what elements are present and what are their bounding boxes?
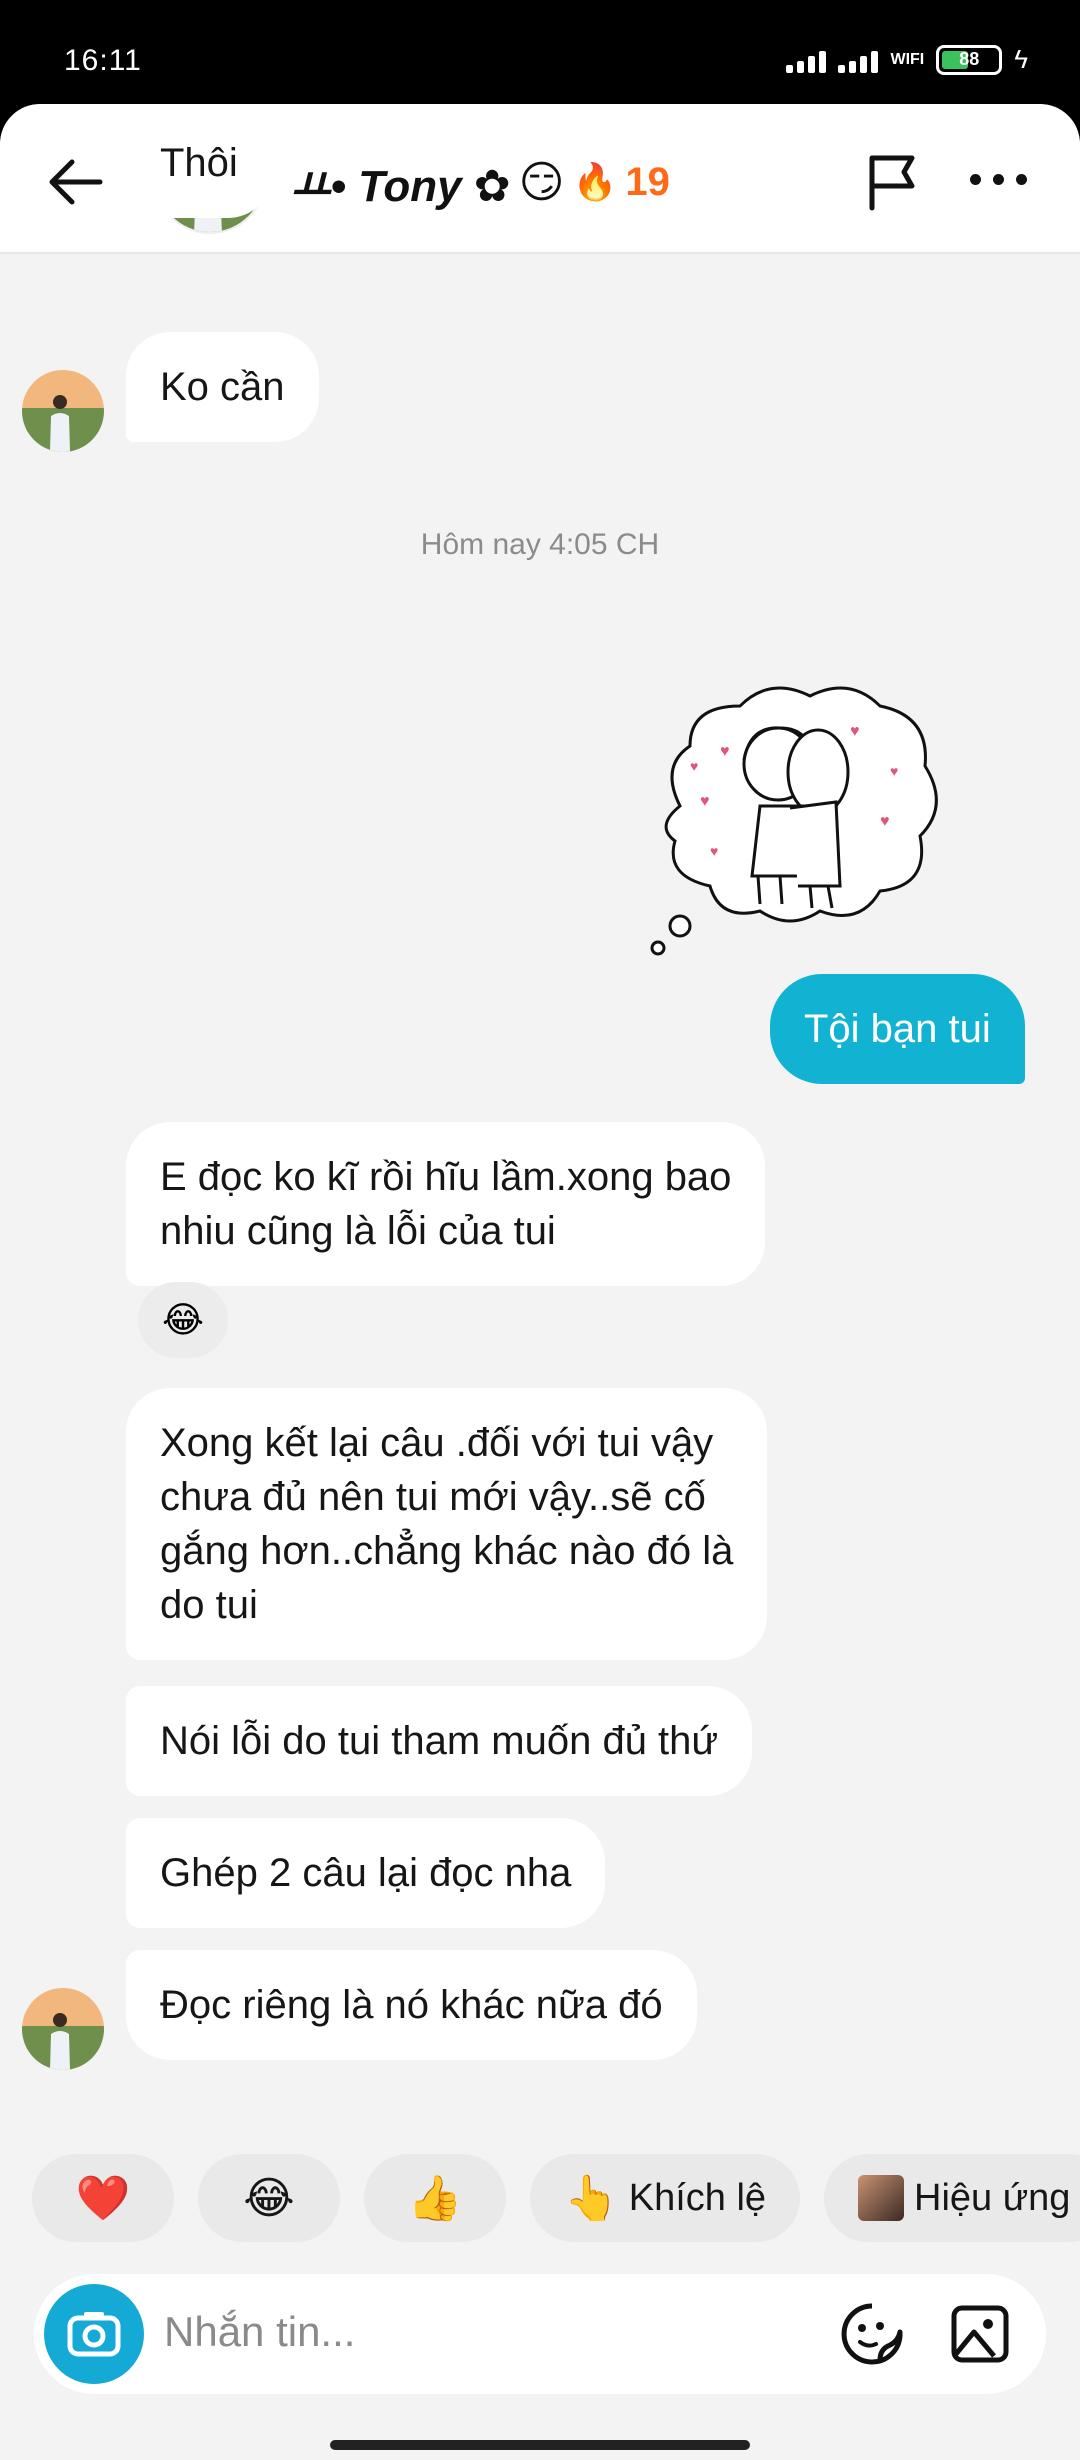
charging-icon: ϟ: [1014, 44, 1028, 74]
svg-text:♥: ♥: [700, 793, 710, 810]
svg-text:♥: ♥: [690, 758, 698, 774]
message-line: do tui: [160, 1583, 258, 1627]
incoming-message[interactable]: E đọc ko kĩ rồi hĩu lầm.xong bao nhiu cũ…: [126, 1122, 766, 1286]
svg-text:♥: ♥: [850, 723, 860, 740]
incoming-message[interactable]: Ghép 2 câu lại đọc nha: [126, 1818, 606, 1928]
outgoing-message[interactable]: Tội bạn tui: [770, 974, 1025, 1084]
quick-reply-thumbs-up[interactable]: 👍: [364, 2154, 506, 2242]
contact-name: ㅛ• Tony ✿: [290, 162, 511, 211]
incoming-message[interactable]: Ko cần: [126, 332, 319, 442]
thumbs-up-icon: 👍: [407, 2174, 463, 2223]
message-line: gắng hơn..chẳng khác nào đó là: [160, 1529, 734, 1573]
effect-thumbnail: [858, 2175, 904, 2221]
home-indicator[interactable]: [330, 2440, 750, 2450]
effects-label: Hiệu ứng: [914, 2176, 1071, 2219]
wifi-icon: WIFI: [890, 50, 925, 68]
chat-screen: ㅛ• Tony ✿ 😏 🔥 19 Thôi Ko cần Hôm nay 4:0…: [0, 104, 1080, 2460]
message-composer: Nhắn tin...: [34, 2274, 1046, 2394]
heart-icon: ❤️: [75, 2174, 131, 2223]
sender-avatar[interactable]: [22, 370, 104, 452]
pointing-hand-icon: 👆: [563, 2174, 619, 2223]
laugh-icon: 😂: [243, 2173, 295, 2223]
svg-text:♥: ♥: [890, 763, 898, 779]
message-input[interactable]: Nhắn tin...: [164, 2308, 355, 2356]
streak-count: 19: [625, 159, 670, 204]
quick-reply-heart[interactable]: ❤️: [32, 2154, 174, 2242]
camera-icon: [67, 2312, 121, 2357]
message-reaction[interactable]: 😂: [138, 1282, 228, 1358]
incoming-message[interactable]: Xong kết lại câu .đối với tui vậy chưa đ…: [126, 1388, 768, 1660]
incoming-message[interactable]: Thôi: [126, 104, 272, 218]
svg-text:♥: ♥: [720, 743, 730, 760]
hug-sticker[interactable]: ♥ ♥ ♥ ♥ ♥ ♥ ♥: [640, 676, 950, 976]
incoming-message[interactable]: Nói lỗi do tui tham muốn đủ thứ: [126, 1686, 753, 1796]
incoming-message[interactable]: Đọc riêng là nó khác nữa đó: [126, 1950, 697, 2060]
back-arrow-icon[interactable]: [44, 150, 108, 214]
camera-button[interactable]: [44, 2284, 144, 2384]
encourage-label: Khích lệ: [628, 2176, 767, 2219]
quick-reply-laugh[interactable]: 😂: [198, 2154, 340, 2242]
sticker-icon[interactable]: [840, 2302, 904, 2366]
fire-icon: 🔥: [572, 161, 618, 202]
timestamp: Hôm nay 4:05 CH: [420, 528, 660, 561]
sender-avatar[interactable]: [22, 1988, 104, 2070]
message-line: nhiu cũng là lỗi của tui: [160, 1209, 556, 1253]
svg-text:♥: ♥: [880, 813, 890, 830]
signal-icon: [786, 47, 827, 73]
contact-name-row[interactable]: ㅛ• Tony ✿ 😏 🔥 19: [290, 150, 670, 214]
more-options-icon[interactable]: [970, 174, 1040, 194]
signal-icon-2: [838, 47, 879, 73]
quick-reply-encourage[interactable]: 👆 Khích lệ: [530, 2154, 800, 2242]
gallery-icon[interactable]: [948, 2302, 1012, 2366]
status-icons: WIFI 88 ϟ: [786, 44, 1028, 75]
message-line: E đọc ko kĩ rồi hĩu lầm.xong bao: [160, 1155, 732, 1199]
battery-icon: 88: [936, 44, 1003, 75]
svg-text:♥: ♥: [710, 843, 718, 859]
battery-level: 88: [959, 48, 980, 69]
status-bar: 16:11 WIFI 88 ϟ: [0, 0, 1080, 110]
message-line: chưa đủ nên tui mới vậy..sẽ cố: [160, 1475, 706, 1519]
flag-icon[interactable]: [860, 150, 924, 214]
message-line: Xong kết lại câu .đối với tui vậy: [160, 1421, 714, 1465]
quick-reply-effects[interactable]: Hiệu ứng: [824, 2154, 1080, 2242]
mood-emoji: 😏: [518, 157, 565, 207]
status-time: 16:11: [64, 44, 142, 77]
